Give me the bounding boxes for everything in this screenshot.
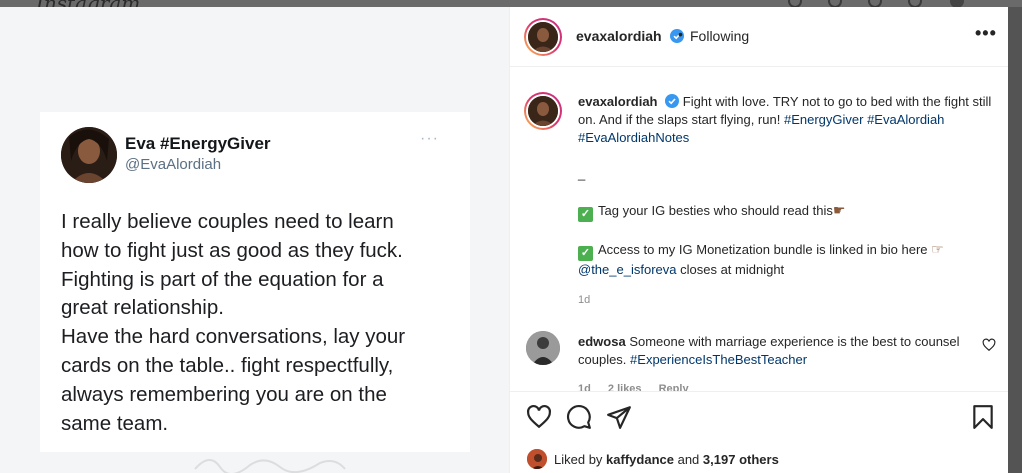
comment-reply-button[interactable]: Reply — [659, 383, 689, 391]
comment-icon[interactable] — [566, 404, 592, 430]
tweet-more-icon: ··· — [420, 130, 439, 147]
like-heart-icon[interactable] — [526, 404, 552, 430]
more-options-icon[interactable]: ••• — [975, 23, 997, 44]
caption-avatar[interactable] — [524, 92, 562, 130]
tweet-avatar — [61, 127, 117, 183]
commenter-avatar[interactable] — [526, 331, 560, 365]
comment: edwosa Someone with marriage experience … — [578, 333, 978, 369]
tweet-screenshot: Eva #EnergyGiver @EvaAlordiah ··· I real… — [40, 112, 470, 452]
check-box-icon: ✓ — [578, 207, 593, 222]
comment-meta: 1d 2 likes Reply — [578, 383, 703, 391]
liker-avatar[interactable] — [526, 448, 548, 470]
comment-likes[interactable]: 2 likes — [608, 383, 642, 391]
mention-link[interactable]: @the_e_isforeva — [578, 262, 676, 277]
post-modal: Eva #EnergyGiver @EvaAlordiah ··· I real… — [0, 7, 1009, 473]
tweet-line: I really believe couples need to learn — [61, 210, 394, 233]
hashtag-link[interactable]: #EnergyGiver — [784, 112, 863, 127]
caption-item: Tag your IG besties who should read this — [598, 203, 833, 218]
tweet-line: cards on the table.. fight respectfully, — [61, 353, 394, 377]
post-actions: Liked by kaffydance and 3,197 others — [510, 391, 1009, 473]
verified-badge-icon — [665, 94, 680, 108]
comment-timestamp[interactable]: 1d — [578, 383, 591, 391]
tweet-line: great relationship. — [61, 296, 224, 320]
author-username[interactable]: evaxalordiah — [576, 28, 684, 44]
liked-by-prefix: Liked by — [554, 451, 603, 467]
share-icon[interactable] — [606, 404, 632, 430]
comments-section[interactable]: evaxalordiah Fight with love. TRY not to… — [510, 68, 1009, 391]
check-box-icon: ✓ — [578, 246, 593, 261]
hashtag-link[interactable]: #EvaAlordiah — [867, 112, 944, 127]
author-avatar[interactable] — [524, 18, 562, 56]
likes-count[interactable]: 3,197 others — [703, 452, 779, 467]
tweet-line: Fighting is part of the equation for a — [61, 267, 384, 291]
watermark-signature — [194, 459, 346, 473]
tweet-line: Have the hard conversations, lay your — [61, 325, 406, 349]
tweet-line: always remembering you are on the — [61, 382, 387, 406]
liked-by-user[interactable]: kaffydance — [606, 452, 674, 467]
backdrop-overlay — [1008, 7, 1022, 473]
caption-item-end: closes at midnight — [680, 262, 785, 277]
liked-by: Liked by kaffydance and 3,197 others — [526, 448, 779, 470]
tweet-display-name: Eva #EnergyGiver — [125, 134, 271, 153]
save-bookmark-icon[interactable] — [970, 404, 996, 430]
tweet-handle: @EvaAlordiah — [125, 156, 222, 173]
hashtag-link[interactable]: #ExperienceIsTheBestTeacher — [630, 352, 807, 367]
caption-username[interactable]: evaxalordiah — [578, 94, 658, 109]
following-button[interactable]: Following — [690, 28, 749, 44]
caption: evaxalordiah Fight with love. TRY not to… — [578, 93, 998, 279]
caption-timestamp[interactable]: 1d — [578, 294, 590, 306]
pointing-hand-icon: ☞ — [931, 241, 944, 257]
post-sidebar: evaxalordiah • Following ••• evaxalordia… — [509, 7, 1009, 473]
caption-item: Access to my IG Monetization bundle is l… — [598, 242, 928, 257]
caption-dash: _ — [578, 166, 586, 181]
header-separator: • — [678, 26, 683, 42]
post-header: evaxalordiah • Following ••• — [510, 7, 1009, 67]
pointing-hand-icon: ☛ — [832, 202, 846, 218]
tweet-line: same team. — [61, 411, 169, 435]
comment-username[interactable]: edwosa — [578, 334, 626, 349]
post-image: Eva #EnergyGiver @EvaAlordiah ··· I real… — [0, 7, 509, 473]
tweet-body: I really believe couples need to learn h… — [61, 208, 461, 438]
hashtag-link[interactable]: #EvaAlordiahNotes — [578, 130, 689, 145]
comment-like-heart-icon[interactable] — [982, 338, 996, 352]
liked-by-and: and — [677, 451, 700, 467]
tweet-line: how to fight just as good as they fuck. — [61, 238, 403, 262]
